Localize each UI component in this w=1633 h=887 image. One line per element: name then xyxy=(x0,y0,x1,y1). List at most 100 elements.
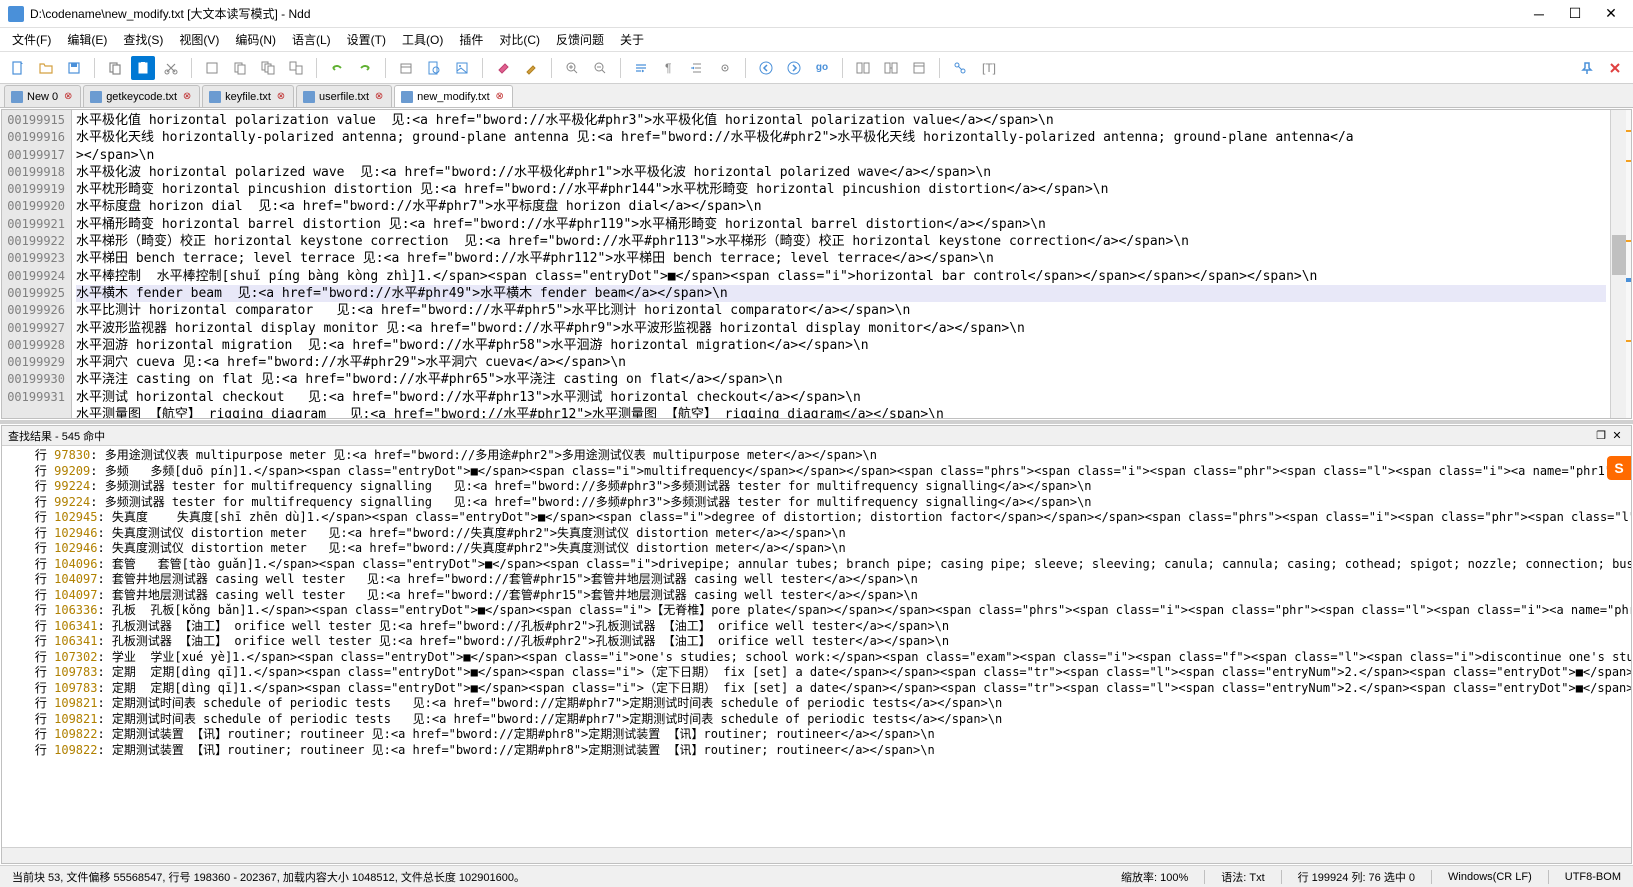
search-result-row[interactable]: 行 109822: 定期测试装置 【讯】routiner; routineer … xyxy=(6,743,1627,759)
code-line[interactable]: 水平标度盘 horizon dial 见:<a href="bword://水平… xyxy=(76,198,1606,215)
search-result-row[interactable]: 行 109821: 定期测试时间表 schedule of periodic t… xyxy=(6,696,1627,712)
settings-icon[interactable] xyxy=(713,56,737,80)
tab-userfile[interactable]: userfile.txt⊗ xyxy=(296,85,392,107)
nav-forward-icon[interactable] xyxy=(782,56,806,80)
search-result-row[interactable]: 行 102946: 失真度测试仪 distortion meter 见:<a h… xyxy=(6,541,1627,557)
copy2-icon[interactable] xyxy=(228,56,252,80)
zoom-out-icon[interactable] xyxy=(588,56,612,80)
close-button[interactable]: ✕ xyxy=(1597,4,1625,24)
code-line[interactable]: 水平测试 horizontal checkout 见:<a href="bwor… xyxy=(76,389,1606,406)
tab-newmodify[interactable]: new_modify.txt⊗ xyxy=(394,85,513,107)
search-result-row[interactable]: 行 99224: 多频测试器 tester for multifrequency… xyxy=(6,479,1627,495)
search-restore-icon[interactable]: ❐ xyxy=(1593,428,1609,444)
horizontal-scrollbar[interactable] xyxy=(2,847,1631,863)
search-result-row[interactable]: 行 109783: 定期 定期[dìng qī]1.</span><span c… xyxy=(6,681,1627,697)
menu-compare[interactable]: 对比(C) xyxy=(491,28,548,51)
menu-language[interactable]: 语言(L) xyxy=(284,28,339,51)
wrap-icon[interactable] xyxy=(629,56,653,80)
calendar-icon[interactable] xyxy=(394,56,418,80)
search-doc-icon[interactable] xyxy=(422,56,446,80)
tab-close-icon[interactable]: ⊗ xyxy=(275,91,287,103)
close-all-icon[interactable] xyxy=(1603,56,1627,80)
open-file-icon[interactable] xyxy=(34,56,58,80)
search-result-row[interactable]: 行 109783: 定期 定期[dìng qī]1.</span><span c… xyxy=(6,665,1627,681)
image-icon[interactable] xyxy=(450,56,474,80)
duplicate-icon[interactable] xyxy=(200,56,224,80)
search-result-row[interactable]: 行 109821: 定期测试时间表 schedule of periodic t… xyxy=(6,712,1627,728)
search-result-row[interactable]: 行 99209: 多频 多频[duō pín]1.</span><span cl… xyxy=(6,464,1627,480)
code-line[interactable]: 水平桶形畸变 horizontal barrel distortion 见:<a… xyxy=(76,216,1606,233)
ime-indicator[interactable]: S xyxy=(1607,456,1631,480)
tab-close-icon[interactable]: ⊗ xyxy=(373,91,385,103)
status-encoding[interactable]: UTF8-BOM xyxy=(1561,871,1625,883)
paste-icon[interactable] xyxy=(131,56,155,80)
tab-close-icon[interactable]: ⊗ xyxy=(181,91,193,103)
search-result-row[interactable]: 行 106341: 孔板测试器 【油工】 orifice well tester… xyxy=(6,634,1627,650)
search-result-row[interactable]: 行 106336: 孔板 孔板[kǒng bǎn]1.</span><span … xyxy=(6,603,1627,619)
code-area[interactable]: 水平极化值 horizontal polarization value 见:<a… xyxy=(72,110,1610,418)
splitter[interactable] xyxy=(0,420,1633,424)
cursor-marker[interactable] xyxy=(1626,278,1631,282)
flow-icon[interactable] xyxy=(948,56,972,80)
code-line[interactable]: 水平梯田 bench terrace; level terrace 见:<a h… xyxy=(76,250,1606,267)
new-file-icon[interactable] xyxy=(6,56,30,80)
split2-icon[interactable] xyxy=(879,56,903,80)
menu-plugins[interactable]: 插件 xyxy=(451,28,491,51)
brush-icon[interactable] xyxy=(519,56,543,80)
redo-icon[interactable] xyxy=(353,56,377,80)
menu-encoding[interactable]: 编码(N) xyxy=(227,28,284,51)
code-line[interactable]: 水平极化值 horizontal polarization value 见:<a… xyxy=(76,112,1606,129)
multi-copy-icon[interactable] xyxy=(256,56,280,80)
menu-tools[interactable]: 工具(O) xyxy=(394,28,451,51)
code-line[interactable]: 水平枕形畸变 horizontal pincushion distortion … xyxy=(76,181,1606,198)
save-icon[interactable] xyxy=(62,56,86,80)
tab-keyfile[interactable]: keyfile.txt⊗ xyxy=(202,85,294,107)
marker[interactable] xyxy=(1626,130,1631,132)
search-result-row[interactable]: 行 106341: 孔板测试器 【油工】 orifice well tester… xyxy=(6,619,1627,635)
search-result-row[interactable]: 行 102946: 失真度测试仪 distortion meter 见:<a h… xyxy=(6,526,1627,542)
search-result-row[interactable]: 行 109822: 定期测试装置 【讯】routiner; routineer … xyxy=(6,727,1627,743)
search-result-row[interactable]: 行 104097: 套管井地层测试器 casing well tester 见:… xyxy=(6,588,1627,604)
code-line[interactable]: 水平比测计 horizontal comparator 见:<a href="b… xyxy=(76,302,1606,319)
cut-icon[interactable] xyxy=(159,56,183,80)
search-result-row[interactable]: 行 107302: 学业 学业[xué yè]1.</span><span cl… xyxy=(6,650,1627,666)
menu-search[interactable]: 查找(S) xyxy=(115,28,171,51)
indent-icon[interactable] xyxy=(685,56,709,80)
marker-strip[interactable] xyxy=(1626,110,1631,418)
bracket-icon[interactable]: [T] xyxy=(976,56,1000,80)
code-line[interactable]: 水平棒控制 水平棒控制[shuǐ píng bàng kòng zhì]1.</… xyxy=(76,268,1606,285)
window-icon[interactable] xyxy=(907,56,931,80)
minimize-button[interactable]: ─ xyxy=(1525,4,1553,24)
zoom-in-icon[interactable] xyxy=(560,56,584,80)
code-line[interactable]: 水平洞穴 cueva 见:<a href="bword://水平#phr29">… xyxy=(76,354,1606,371)
menu-file[interactable]: 文件(F) xyxy=(4,28,59,51)
menu-feedback[interactable]: 反馈问题 xyxy=(548,28,612,51)
go-icon[interactable]: go xyxy=(810,56,834,80)
code-line[interactable]: 水平浇注 casting on flat 见:<a href="bword://… xyxy=(76,371,1606,388)
search-result-row[interactable]: 行 99224: 多频测试器 tester for multifrequency… xyxy=(6,495,1627,511)
code-line[interactable]: 水平洄游 horizontal migration 见:<a href="bwo… xyxy=(76,337,1606,354)
undo-icon[interactable] xyxy=(325,56,349,80)
search-result-row[interactable]: 行 97830: 多用途测试仪表 multipurpose meter 见:<a… xyxy=(6,448,1627,464)
status-zoom[interactable]: 缩放率: 100% xyxy=(1117,869,1192,885)
tab-getkeycode[interactable]: getkeycode.txt⊗ xyxy=(83,85,200,107)
status-lang[interactable]: 语法: Txt xyxy=(1217,869,1268,885)
code-line[interactable]: 水平测量图 【航空】 rigging diagram 见:<a href="bw… xyxy=(76,406,1606,418)
search-close-icon[interactable]: ✕ xyxy=(1609,428,1625,444)
code-line[interactable]: 水平极化波 horizontal polarized wave 见:<a hre… xyxy=(76,164,1606,181)
search-result-row[interactable]: 行 104097: 套管井地层测试器 casing well tester 见:… xyxy=(6,572,1627,588)
marker[interactable] xyxy=(1626,340,1631,342)
code-line[interactable]: 水平波形监视器 horizontal display monitor 见:<a … xyxy=(76,320,1606,337)
status-eol[interactable]: Windows(CR LF) xyxy=(1444,871,1536,883)
pin-icon[interactable] xyxy=(1575,56,1599,80)
tab-new0[interactable]: New 0⊗ xyxy=(4,85,81,107)
search-results-list[interactable]: 行 97830: 多用途测试仪表 multipurpose meter 见:<a… xyxy=(2,446,1631,847)
code-line[interactable]: 水平极化天线 horizontally-polarized antenna; g… xyxy=(76,129,1606,146)
copy-icon[interactable] xyxy=(103,56,127,80)
marker[interactable] xyxy=(1626,240,1631,242)
search-result-row[interactable]: 行 104096: 套管 套管[tào guǎn]1.</span><span … xyxy=(6,557,1627,573)
tab-close-icon[interactable]: ⊗ xyxy=(62,91,74,103)
pilcrow-icon[interactable]: ¶ xyxy=(657,56,681,80)
vertical-scrollbar[interactable] xyxy=(1610,110,1626,418)
scrollbar-thumb[interactable] xyxy=(1612,235,1626,275)
